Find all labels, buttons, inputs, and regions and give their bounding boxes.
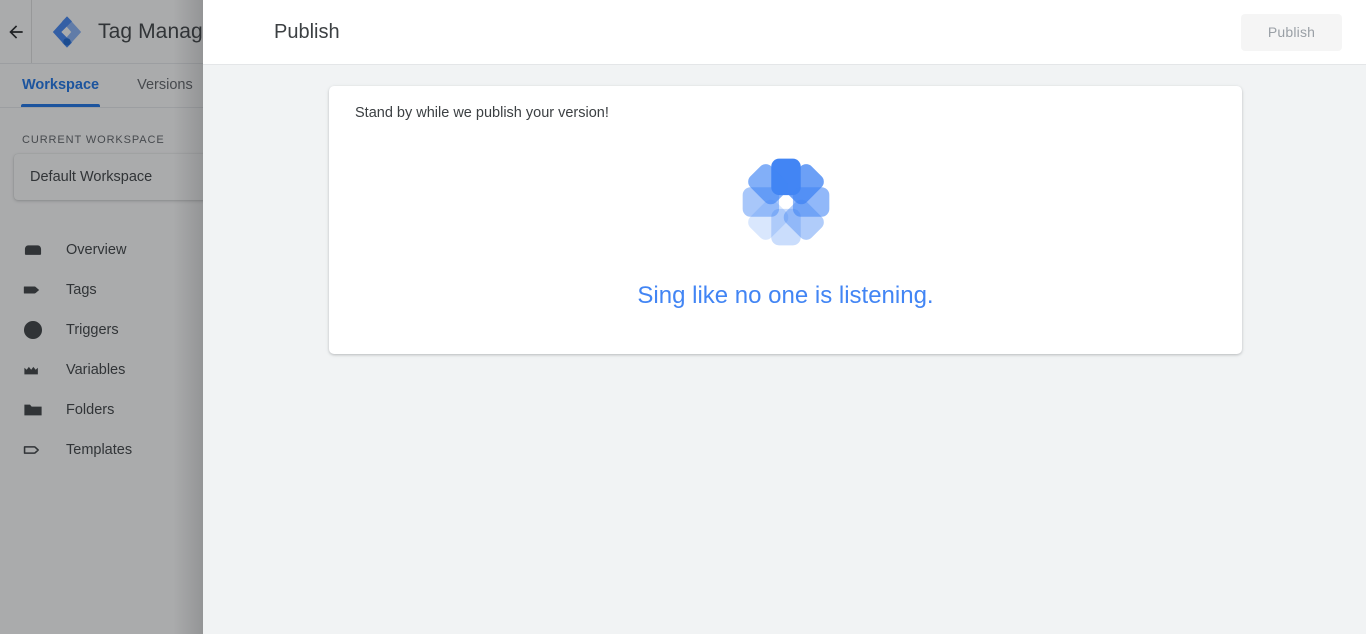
publish-panel: Publish Publish Stand by while we publis… bbox=[203, 0, 1366, 634]
gtm-loading-spinner-icon bbox=[742, 158, 829, 246]
publish-quote: Sing like no one is listening. bbox=[637, 282, 934, 309]
publish-panel-body: Stand by while we publish your version! bbox=[203, 65, 1366, 634]
publish-panel-header: Publish Publish bbox=[203, 0, 1366, 65]
spinner-container bbox=[329, 150, 1242, 254]
publish-status-card: Stand by while we publish your version! bbox=[329, 86, 1242, 354]
app-root: Tag Manager Workspace Versions CURRENT W… bbox=[0, 0, 1366, 634]
publish-status-message: Stand by while we publish your version! bbox=[355, 105, 609, 121]
publish-button[interactable]: Publish bbox=[1241, 13, 1342, 51]
page-title: Publish bbox=[274, 20, 340, 43]
modal-scrim[interactable] bbox=[0, 0, 203, 634]
